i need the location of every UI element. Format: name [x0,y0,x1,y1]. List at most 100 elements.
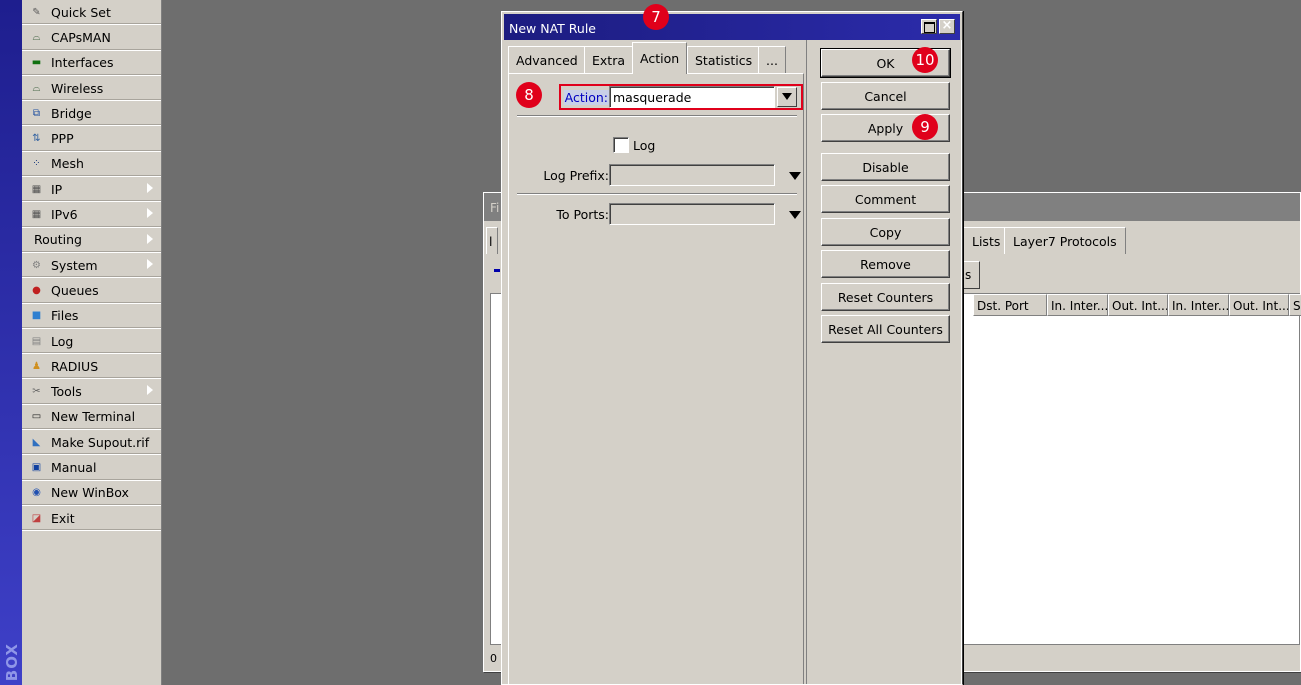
brand-strip: BOX [0,0,22,685]
sidebar-item-log[interactable]: ▤ Log [22,329,161,355]
action-label: Action: [563,90,609,105]
brand-label: BOX [3,642,21,681]
sidebar-item-label: IPv6 [51,207,78,223]
sidebar-item-label: New Terminal [51,409,136,425]
tab-extra[interactable]: Extra [584,46,633,73]
gear-icon: ⚙ [32,259,41,271]
folder-icon: ■ [31,310,42,322]
column-in-interface[interactable]: In. Inter... [1047,294,1108,316]
column-src[interactable]: Sr [1289,294,1301,316]
step-badge-8: 8 [516,82,542,108]
sidebar-item-quick-set[interactable]: ✎ Quick Set [22,0,161,26]
log-prefix-expand-icon[interactable] [789,172,801,180]
sidebar-item-interfaces[interactable]: ▬ Interfaces [22,51,161,76]
tab-statistics[interactable]: Statistics [687,46,761,73]
radius-icon: ♟ [32,360,41,372]
sidebar-item-label: RADIUS [51,358,99,374]
sidebar-item-label: Routing [34,232,82,248]
status-count: 0 [490,652,497,665]
to-ports-expand-icon[interactable] [789,211,801,219]
separator [517,115,797,117]
sidebar-menu: ✎ Quick Set ⌓ CAPsMAN ▬ Interfaces ⌓ Wireless ⧉ B… [22,0,162,685]
copy-button[interactable]: Copy [821,218,950,246]
step-badge-9: 9 [912,114,938,140]
tools-icon: ✂ [32,386,41,398]
antenna-icon: ⌓ [32,31,41,43]
sidebar-item-wireless[interactable]: ⌓ Wireless [22,76,161,102]
log-prefix-row: Log Prefix: [509,164,803,186]
sidebar-item-new-winbox[interactable]: ◉ New WinBox [22,481,161,506]
log-prefix-label: Log Prefix: [543,168,609,183]
log-icon: ▤ [31,335,42,347]
column-dst-port[interactable]: Dst. Port [973,294,1047,316]
exit-icon: ◪ [31,512,42,524]
sidebar-item-routing[interactable]: Routing [22,228,161,253]
maximize-icon[interactable] [921,19,937,34]
sidebar-item-system[interactable]: ⚙ System [22,253,161,279]
action-select[interactable]: masquerade [609,86,775,108]
submenu-arrow-icon [146,384,153,397]
dialog-title: New NAT Rule [509,21,596,36]
sidebar-item-label: Manual [51,459,97,475]
tab-address-lists[interactable]: Lists [963,227,1010,254]
sidebar-item-mesh[interactable]: ⁘ Mesh [22,152,161,178]
action-dropdown-icon[interactable] [777,87,797,107]
sidebar-item-tools[interactable]: ✂ Tools [22,379,161,405]
add-icon[interactable] [494,269,500,272]
disable-button[interactable]: Disable [821,153,950,181]
ip-icon: ▦ [31,183,42,195]
submenu-arrow-icon [146,257,153,270]
winbox-icon: ◉ [32,487,41,499]
log-prefix-input[interactable] [609,164,775,186]
sidebar-item-exit[interactable]: ◪ Exit [22,506,161,532]
sidebar-item-queues[interactable]: ● Queues [22,278,161,304]
sidebar-item-label: Files [51,308,79,324]
sidebar-item-ip[interactable]: ▦ IP [22,177,161,203]
tab-more[interactable]: ... [758,46,786,73]
comment-button[interactable]: Comment [821,185,950,213]
sidebar-item-radius[interactable]: ♟ RADIUS [22,354,161,380]
close-icon[interactable]: × [939,19,955,34]
submenu-arrow-icon [146,207,153,220]
tab-advanced[interactable]: Advanced [508,46,586,73]
step-badge-7: 7 [643,4,669,30]
sidebar-item-ipv6[interactable]: ▦ IPv6 [22,202,161,228]
to-ports-input[interactable] [609,203,775,225]
supout-icon: ◣ [32,436,41,448]
action-panel: Action: masquerade Log Log Prefix: To Po… [508,73,804,684]
tab-layer7-protocols[interactable]: Layer7 Protocols [1004,227,1126,254]
remove-button[interactable]: Remove [821,250,950,278]
sidebar-item-label: Interfaces [51,55,114,71]
column-out-interface-list[interactable]: Out. Int... [1229,294,1289,316]
sidebar-item-label: Mesh [51,156,84,172]
sidebar-item-label: Queues [51,282,99,298]
wand-icon: ✎ [32,6,41,18]
sidebar-item-new-terminal[interactable]: ▭ New Terminal [22,405,161,431]
button-column: OK Cancel Apply Disable Comment Copy Rem… [806,40,962,684]
sidebar-item-ppp[interactable]: ⇅ PPP [22,126,161,152]
sidebar-item-bridge[interactable]: ⧉ Bridge [22,101,161,127]
column-in-interface-list[interactable]: In. Inter... [1168,294,1229,316]
manual-icon: ▣ [31,461,42,473]
tab-filter-rules[interactable]: l [486,227,498,254]
dialog-titlebar[interactable]: New NAT Rule × [504,14,960,40]
wireless-icon: ⌓ [32,82,41,94]
reset-counters-button[interactable]: Reset Counters [821,283,950,311]
to-ports-label: To Ports: [556,207,609,222]
dialog-tabs: Advanced Extra Action Statistics ... [508,42,808,74]
cancel-button[interactable]: Cancel [821,82,950,110]
sidebar-item-label: Quick Set [51,4,111,20]
column-out-interface[interactable]: Out. Int... [1108,294,1168,316]
sidebar-item-make-supout-rif[interactable]: ◣ Make Supout.rif [22,430,161,456]
log-checkbox[interactable] [613,137,629,153]
sidebar-item-label: Make Supout.rif [51,434,150,450]
new-nat-rule-dialog: New NAT Rule × Advanced Extra Action Sta… [501,11,963,685]
tab-action[interactable]: Action [632,42,688,74]
ipv6-icon: ▦ [31,209,42,221]
sidebar-item-manual[interactable]: ▣ Manual [22,455,161,481]
sidebar-item-files[interactable]: ■ Files [22,304,161,329]
sidebar-item-capsman[interactable]: ⌓ CAPsMAN [22,25,161,51]
terminal-icon: ▭ [31,411,42,423]
ppp-icon: ⇅ [32,133,41,145]
reset-all-counters-button[interactable]: Reset All Counters [821,315,950,343]
